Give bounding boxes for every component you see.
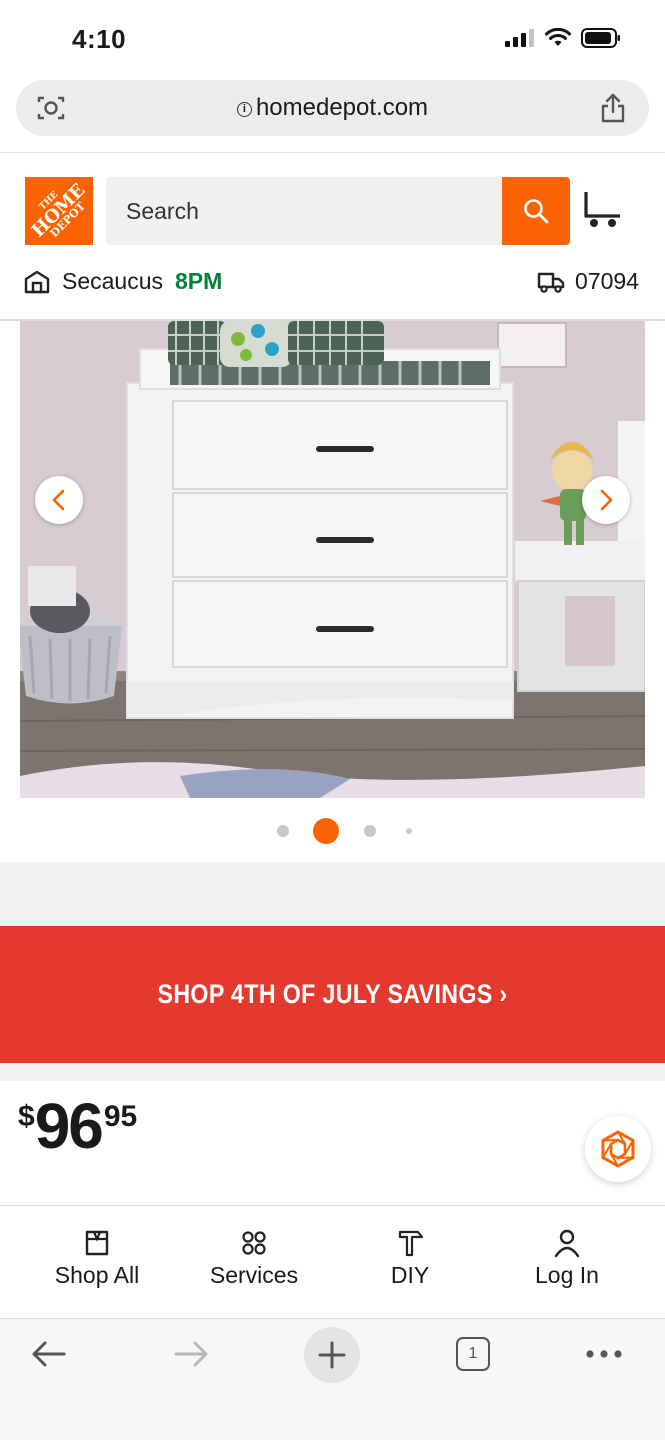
product-price: $ 96 95 (18, 1094, 137, 1158)
price-cents: 95 (103, 1100, 138, 1133)
diy-hammer-icon (398, 1230, 424, 1257)
assistant-icon (601, 1130, 635, 1168)
promo-banner[interactable]: SHOP 4TH OF JULY SAVINGS › (0, 926, 665, 1063)
info-icon[interactable]: i (236, 102, 252, 117)
forward-arrow-icon[interactable] (172, 1339, 210, 1369)
carousel-dots (0, 818, 665, 844)
price-currency: $ (18, 1100, 35, 1133)
browser-toolbar: 1 (0, 1318, 665, 1440)
chat-assistant-button[interactable] (585, 1116, 651, 1182)
nav-label: Services (209, 1262, 299, 1288)
share-icon[interactable] (599, 92, 627, 124)
new-tab-button[interactable] (304, 1327, 360, 1383)
store-name: Secaucus (62, 268, 164, 294)
search-icon (524, 199, 549, 224)
status-bar: 4:10 (0, 0, 665, 78)
nav-label: Shop All (54, 1262, 140, 1288)
store-hours: 8PM (175, 268, 223, 294)
logo-wordmark: THE HOME DEPOT (27, 179, 90, 242)
divider (0, 152, 665, 153)
nav-log-in[interactable]: Log In (484, 1228, 650, 1289)
delivery-zip[interactable]: 07094 (537, 268, 639, 295)
store-selector[interactable]: Secaucus 8PM (24, 268, 222, 295)
battery-icon (581, 28, 620, 48)
home-depot-logo[interactable]: THE HOME DEPOT (25, 177, 93, 245)
zip-code: 07094 (575, 268, 639, 294)
carousel-dot-active[interactable] (313, 818, 339, 844)
carousel-next-button[interactable] (582, 476, 630, 524)
nav-label: Log In (535, 1262, 599, 1288)
shop-all-icon (85, 1230, 109, 1256)
dresser-illustration (20, 321, 645, 798)
nav-services[interactable]: Services (171, 1228, 337, 1289)
services-icon (242, 1231, 266, 1255)
user-icon (554, 1229, 580, 1258)
search-placeholder: Search (126, 198, 199, 224)
url-text[interactable]: i homedepot.com (16, 94, 649, 122)
wifi-icon (545, 28, 571, 46)
back-arrow-icon[interactable] (30, 1339, 68, 1369)
delivery-truck-icon (537, 272, 565, 293)
url-bar[interactable]: i homedepot.com (16, 80, 649, 136)
bottom-nav: Shop All Services DIY Log In (0, 1205, 665, 1318)
search-input[interactable]: Search (106, 177, 502, 245)
carousel-dot[interactable] (364, 825, 376, 837)
product-image[interactable] (20, 321, 645, 798)
nav-label: DIY (390, 1262, 430, 1288)
nav-shop-all[interactable]: Shop All (14, 1228, 180, 1289)
promo-text: SHOP 4TH OF JULY SAVINGS › (157, 979, 508, 1009)
carousel-prev-button[interactable] (35, 476, 83, 524)
nav-diy[interactable]: DIY (327, 1228, 493, 1289)
plus-icon (318, 1341, 346, 1369)
price-dollars: 96 (34, 1090, 104, 1162)
section-separator (0, 1063, 665, 1081)
signal-icon (505, 29, 534, 47)
search-button[interactable] (502, 177, 570, 245)
tab-switcher-button[interactable]: 1 (456, 1337, 490, 1371)
status-icons (505, 28, 621, 48)
section-separator (0, 862, 665, 926)
chevron-right-icon (600, 489, 613, 511)
url-domain: homedepot.com (255, 94, 429, 121)
more-menu-icon[interactable] (585, 1349, 623, 1359)
carousel-dot[interactable] (277, 825, 289, 837)
carousel-dot[interactable] (406, 828, 412, 834)
status-time: 4:10 (72, 24, 127, 54)
chevron-left-icon (52, 489, 65, 511)
store-icon (24, 270, 50, 293)
cart-icon[interactable] (582, 188, 624, 230)
